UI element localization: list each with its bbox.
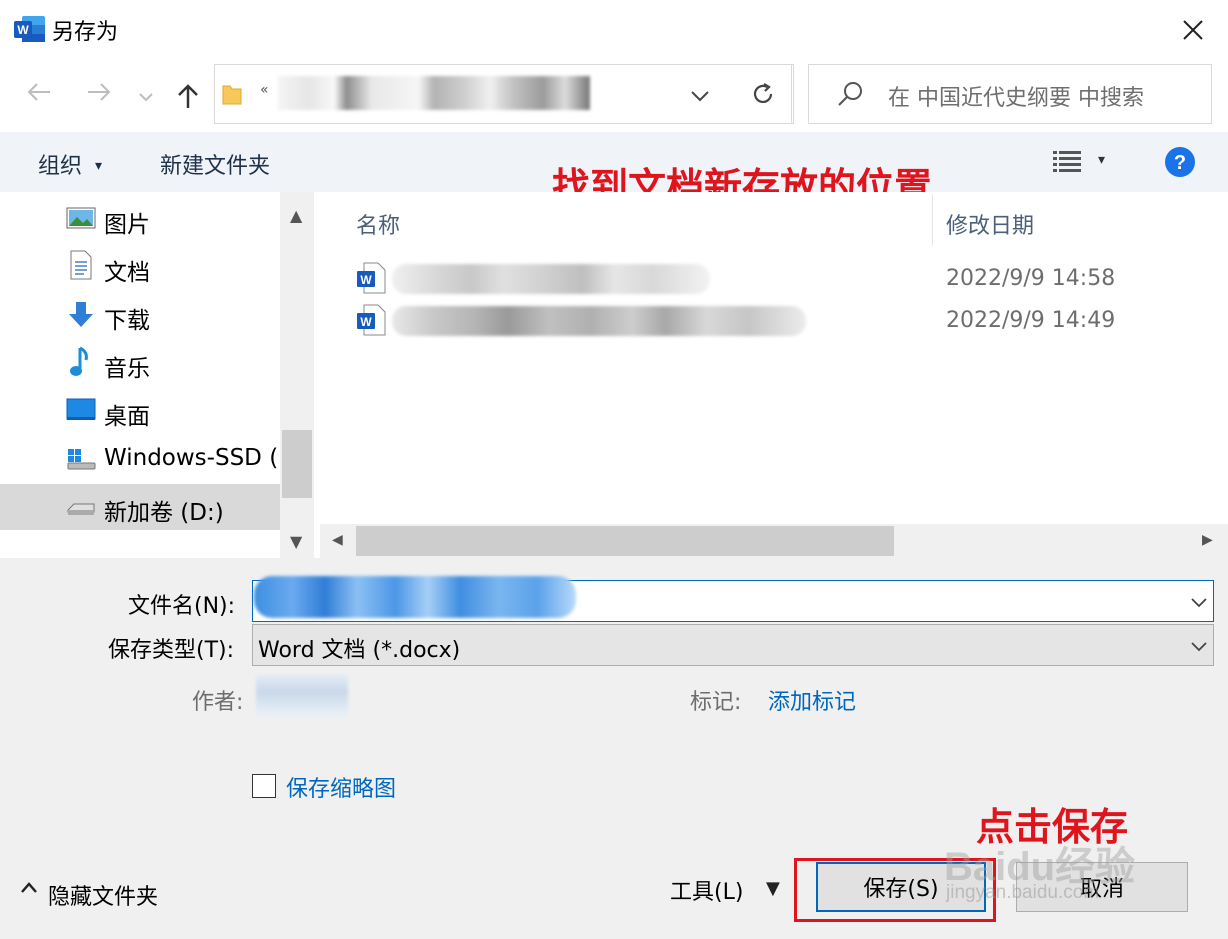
forward-button[interactable] — [86, 80, 112, 110]
chevron-down-icon — [691, 91, 709, 102]
hide-folders-button[interactable] — [20, 880, 38, 899]
sidebar-item-label: 桌面 — [104, 404, 150, 430]
file-list-hscroll-thumb[interactable] — [356, 526, 894, 556]
organize-label: 组织 — [38, 154, 83, 179]
sidebar-scroll-thumb[interactable] — [282, 430, 312, 498]
file-date: 2022/9/9 14:58 — [946, 266, 1116, 291]
file-name-redacted[interactable] — [392, 306, 806, 336]
save-thumbnail-checkbox[interactable] — [252, 774, 276, 798]
arrow-up-icon — [178, 84, 198, 108]
sidebar-item-label: 图片 — [104, 212, 150, 238]
column-divider — [932, 194, 933, 246]
word-icon: W — [14, 15, 46, 43]
view-options-button[interactable] — [1052, 150, 1084, 178]
filename-label: 文件名(N): — [128, 594, 236, 619]
svg-text:W: W — [360, 315, 372, 329]
pictures-icon — [66, 205, 96, 233]
sidebar-item-label: 文档 — [104, 260, 150, 286]
filetype-value: Word 文档 (*.docx) — [258, 638, 461, 663]
column-header-date[interactable]: 修改日期 — [946, 208, 1034, 240]
chevron-down-icon — [139, 93, 153, 102]
organize-button[interactable]: 组织 ▾ — [38, 148, 102, 180]
address-overflow: « — [260, 82, 269, 98]
svg-text:W: W — [17, 23, 29, 37]
caret-down-icon: ▾ — [95, 158, 103, 174]
sidebar-item-label: Windows-SSD ( — [104, 445, 279, 471]
arrow-left-icon — [27, 83, 50, 101]
refresh-button[interactable] — [732, 64, 794, 124]
scroll-up-icon[interactable]: ▲ — [290, 206, 302, 225]
recent-locations-button[interactable] — [138, 88, 154, 107]
filetype-label: 保存类型(T): — [108, 638, 235, 663]
author-label: 作者: — [192, 690, 244, 715]
add-tag-link[interactable]: 添加标记 — [768, 684, 856, 716]
documents-icon — [66, 250, 96, 280]
svg-text:W: W — [360, 273, 372, 287]
desktop-icon — [66, 398, 96, 426]
svg-text:?: ? — [1174, 152, 1186, 174]
author-value-redacted[interactable] — [256, 674, 348, 718]
search-input[interactable]: 在 中国近代史纲要 中搜索 — [888, 80, 1144, 112]
list-view-icon — [1053, 151, 1081, 172]
help-icon: ? — [1165, 147, 1195, 177]
file-date: 2022/9/9 14:49 — [946, 308, 1116, 333]
file-name-redacted[interactable] — [392, 264, 710, 294]
save-thumbnail-label[interactable]: 保存缩略图 — [286, 771, 396, 803]
file-list — [320, 192, 1228, 558]
view-dropdown-icon[interactable]: ▾ — [1098, 152, 1105, 168]
scroll-right-icon[interactable]: ▶ — [1202, 532, 1213, 548]
back-button[interactable] — [26, 80, 52, 110]
folder-icon — [222, 82, 242, 110]
help-button[interactable]: ? — [1164, 146, 1196, 182]
close-button[interactable] — [1168, 8, 1218, 52]
word-file-icon: W — [356, 304, 386, 340]
sidebar-item-label: 新加卷 (D:) — [104, 500, 224, 526]
tools-button[interactable]: 工具(L) — [670, 874, 743, 906]
scroll-left-icon[interactable]: ◀ — [332, 532, 343, 548]
up-button[interactable] — [176, 82, 200, 114]
close-icon — [1183, 20, 1203, 40]
sidebar-item-label: 音乐 — [104, 356, 150, 382]
hide-folders-label[interactable]: 隐藏文件夹 — [48, 879, 158, 911]
address-path-redacted — [278, 76, 590, 110]
chevron-up-icon — [21, 882, 37, 893]
address-dropdown-button[interactable] — [690, 88, 710, 107]
new-folder-button[interactable]: 新建文件夹 — [160, 148, 270, 180]
refresh-icon — [753, 83, 772, 103]
title-bar — [0, 0, 1228, 62]
tools-dropdown-icon[interactable]: ▼ — [766, 878, 780, 899]
music-icon — [66, 346, 96, 376]
arrow-right-icon — [88, 83, 111, 101]
scroll-down-icon[interactable]: ▼ — [290, 532, 302, 551]
chevron-down-icon[interactable] — [1190, 638, 1208, 657]
drive-c-icon — [66, 446, 96, 474]
column-header-name[interactable]: 名称 — [356, 208, 400, 240]
word-file-icon: W — [356, 262, 386, 298]
search-icon — [836, 80, 864, 112]
window-title: 另存为 — [52, 20, 119, 45]
watermark-url: jingyan.baidu.com — [946, 882, 1100, 903]
filename-value-redacted[interactable] — [254, 576, 576, 618]
sidebar-scrollbar[interactable] — [280, 192, 314, 558]
drive-d-icon — [66, 498, 96, 526]
sidebar-item-label: 下载 — [104, 308, 150, 334]
chevron-down-icon[interactable] — [1190, 594, 1208, 613]
downloads-icon — [66, 300, 96, 328]
tags-label: 标记: — [690, 690, 742, 715]
